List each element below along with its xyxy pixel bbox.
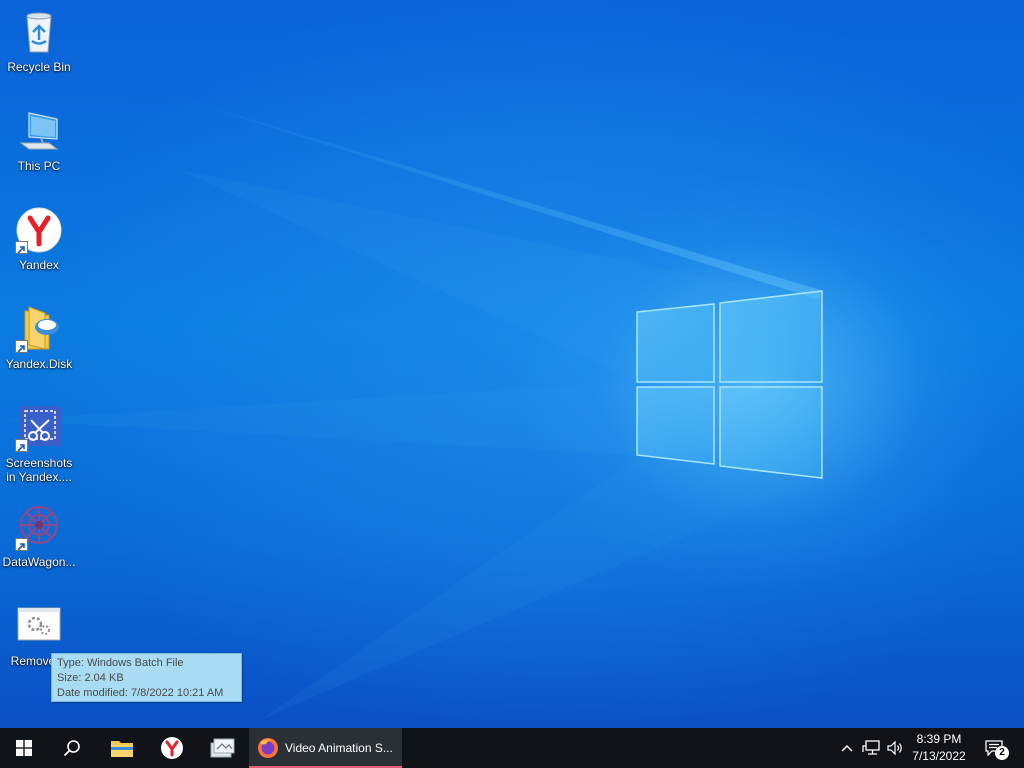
taskbar-app[interactable]: [198, 728, 246, 768]
chevron-up-icon: [841, 745, 853, 752]
shortcut-arrow-icon: [15, 241, 28, 254]
taskbar-active-firefox[interactable]: Video Animation S...: [249, 728, 402, 768]
desktop-icon-label: This PC: [17, 159, 61, 173]
desktop-icon-datawagon[interactable]: DataWagon...: [0, 503, 79, 569]
speaker-icon: [887, 740, 902, 756]
desktop-icon-this-pc[interactable]: This PC: [0, 107, 79, 173]
windows-logo-pane-br: [719, 386, 823, 479]
search-icon: [63, 740, 80, 757]
notification-count-badge: 2: [995, 746, 1009, 760]
desktop-icon-yandex-disk[interactable]: Yandex.Disk: [0, 305, 79, 371]
taskbar-app-title: Video Animation S...: [285, 741, 393, 755]
tooltip-date-modified: Date modified: 7/8/2022 10:21 AM: [57, 687, 224, 699]
windows-logo-pane-tr: [719, 290, 823, 383]
desktop-icon-yandex[interactable]: Yandex: [0, 206, 79, 272]
shortcut-arrow-icon: [15, 538, 28, 551]
recycle-bin-icon: [15, 8, 63, 56]
desktop-icon-label: Recycle Bin: [7, 60, 71, 74]
tooltip-type: Type: Windows Batch File: [57, 657, 184, 669]
computer-icon: [15, 107, 63, 155]
clock-time: 8:39 PM: [916, 732, 962, 746]
taskbar-file-explorer[interactable]: [98, 728, 146, 768]
file-explorer-icon: [111, 741, 133, 757]
network-icon: [862, 740, 880, 755]
windows-logo-pane-tl: [636, 303, 715, 383]
show-hidden-icons-button[interactable]: [836, 728, 858, 768]
search-button[interactable]: [48, 728, 96, 768]
desktop-icon-label: Yandex: [19, 258, 59, 272]
desktop-icon-label: Yandex.Disk: [5, 357, 73, 371]
batch-file-icon: [15, 602, 63, 650]
action-center-button[interactable]: 2: [978, 728, 1010, 768]
system-clock[interactable]: 8:39 PM 7/13/2022: [905, 728, 973, 768]
shortcut-arrow-icon: [15, 439, 28, 452]
yandex-browser-icon: [161, 737, 183, 759]
desktop-icon-screenshots-in-yandex[interactable]: Screenshots in Yandex....: [0, 404, 79, 484]
file-info-tooltip: Type: Windows Batch File Size: 2.04 KB D…: [51, 653, 242, 702]
tooltip-size: Size: 2.04 KB: [57, 672, 124, 684]
yandex-disk-folder-icon: [15, 305, 63, 353]
volume-button[interactable]: [884, 728, 906, 768]
screenshot-scissors-icon: [15, 404, 63, 452]
windows-wallpaper: [0, 80, 823, 720]
app-icon: [210, 738, 235, 758]
desktop-icon-recycle-bin[interactable]: Recycle Bin: [0, 8, 79, 74]
windows-logo-pane-bl: [636, 386, 715, 465]
network-button[interactable]: [860, 728, 882, 768]
datawagon-icon: [15, 503, 63, 551]
taskbar: Video Animation S... 8:39 PM 7/13/2022 2: [0, 728, 1024, 768]
shortcut-arrow-icon: [15, 340, 28, 353]
taskbar-yandex-browser[interactable]: [148, 728, 196, 768]
firefox-icon: [258, 738, 278, 758]
desktop: Recycle Bin This PC Yandex Yandex.Disk S…: [0, 0, 1024, 728]
clock-date: 7/13/2022: [912, 749, 966, 763]
desktop-icon-label: DataWagon...: [2, 555, 76, 569]
yandex-browser-icon: [15, 206, 63, 254]
desktop-icon-label: Screenshots in Yandex....: [5, 456, 73, 484]
windows-start-icon: [16, 740, 32, 756]
start-button[interactable]: [0, 728, 48, 768]
